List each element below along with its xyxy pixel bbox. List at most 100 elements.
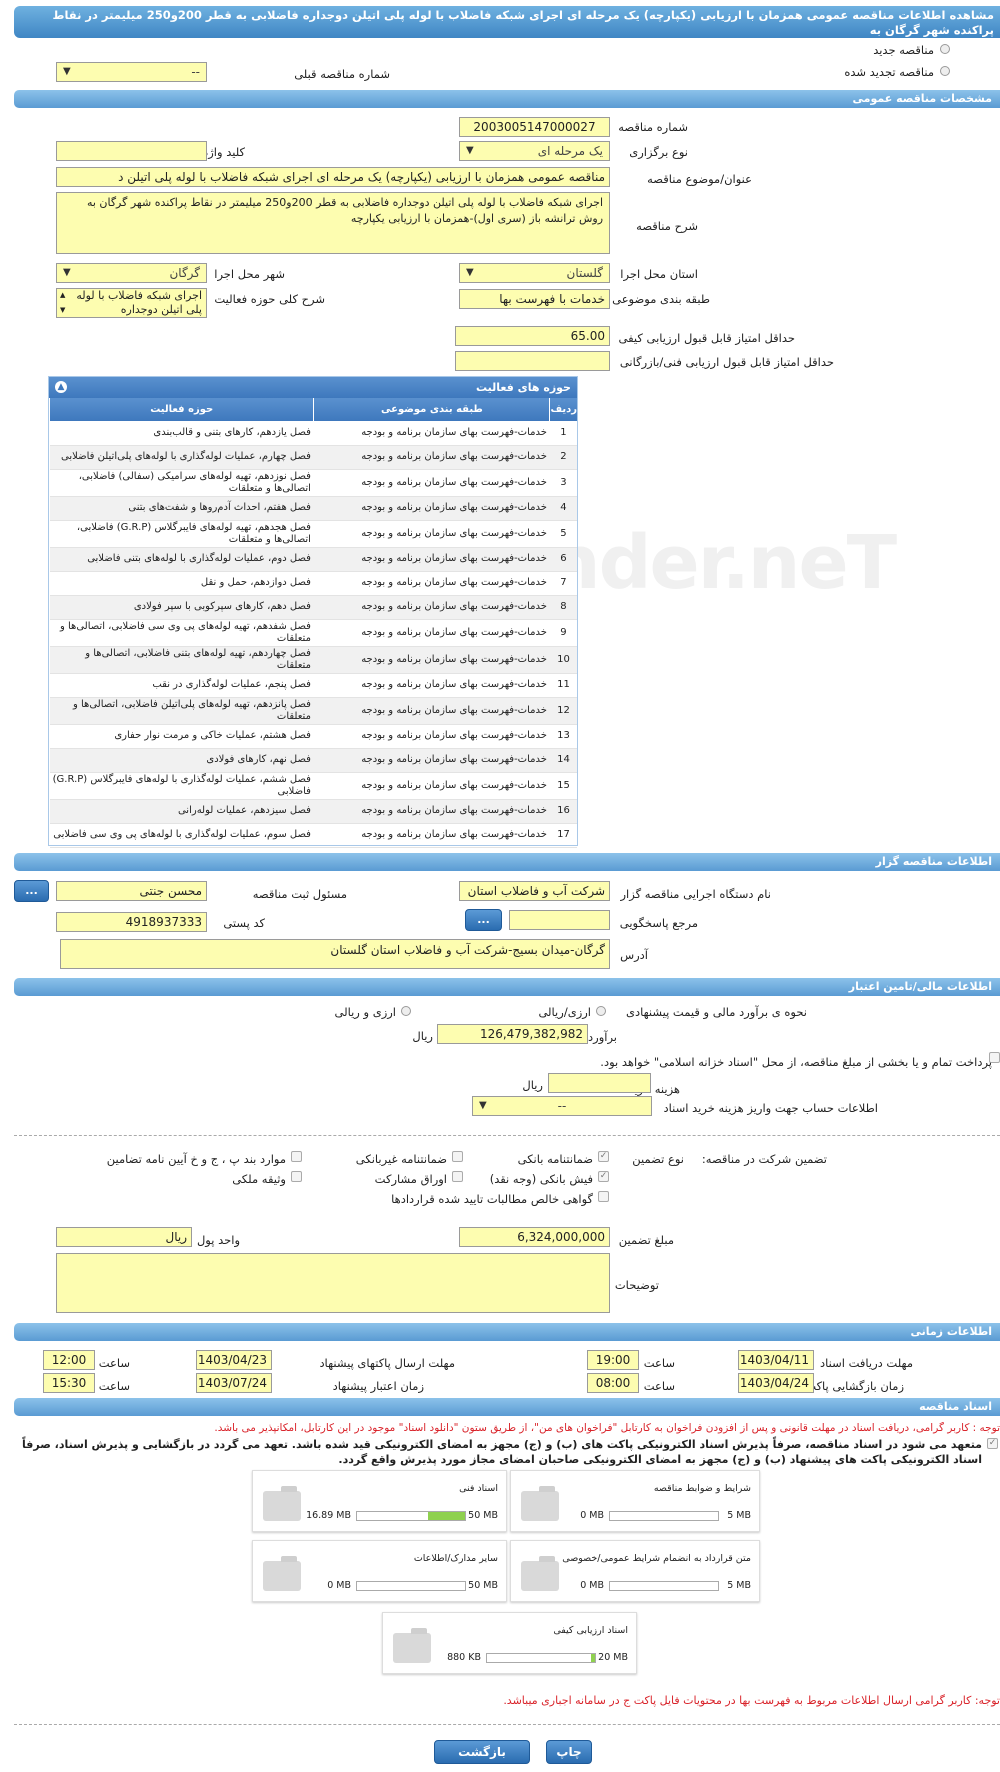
row-number-cell: 16 [549, 799, 577, 824]
doc-card-title: متن قرارداد به انضمام شرایط عمومی/خصوصی [562, 1553, 751, 1564]
folder-icon [521, 1556, 559, 1591]
back-button[interactable]: بازگشت [434, 1740, 530, 1764]
org-field[interactable]: شرکت آب و فاضلاب استان [459, 881, 610, 901]
row-number-cell: 13 [549, 724, 577, 749]
method-opt2-radio[interactable] [401, 1006, 411, 1016]
doc-card[interactable]: متن قرارداد به انضمام شرایط عمومی/خصوصی 5… [510, 1540, 760, 1602]
table-row: 9 خدمات-فهرست بهای سازمان برنامه و بودجه ف… [49, 619, 577, 647]
postal-field[interactable]: 4918937333 [56, 912, 207, 932]
renewed-tender-radio[interactable] [940, 66, 950, 76]
folder-icon [263, 1486, 301, 1521]
province-label: استان محل اجرا [620, 267, 698, 281]
ref-field[interactable] [509, 910, 610, 930]
open-time-label: ساعت [643, 1379, 675, 1393]
resp-lookup-button[interactable]: ... [14, 880, 49, 902]
doc-cost-unit: ریال [522, 1078, 543, 1092]
activities-panel-header: حوزه های فعالیت ▲ [49, 377, 577, 398]
min-tech-field[interactable] [455, 351, 610, 371]
estimate-unit: ریال [412, 1029, 433, 1043]
keyword-label: کلید واژه [202, 145, 245, 159]
currency-field[interactable]: ریال [56, 1227, 192, 1247]
guarantee-type-label: نوع تضمین [632, 1152, 684, 1166]
title-field[interactable]: مناقصه عمومی همزمان با ارزیابی (یکپارچه)… [56, 167, 610, 187]
col-row: ردیف [549, 398, 577, 421]
renewed-tender-label: مناقصه تجدید شده [844, 65, 934, 79]
row-category-cell: خدمات-فهرست بهای سازمان برنامه و بودجه [313, 673, 550, 698]
ref-lookup-button[interactable]: ... [465, 909, 502, 931]
row-field-cell: فصل پانزدهم، تهیه لوله‌های پلی‌اتیلن فاض… [49, 697, 314, 725]
tender-number-field[interactable]: 2003005147000027 [459, 117, 610, 137]
city-select[interactable]: گرگان ▼ [56, 263, 207, 283]
scroll-arrows-icon[interactable]: ▲ ▼ [60, 288, 65, 318]
address-field[interactable]: گرگان-میدان بسیج-شرکت آب و فاضلاب استان … [60, 939, 610, 969]
chevron-down-icon: ▼ [63, 66, 71, 77]
city-label: شهر محل اجرا [214, 267, 285, 281]
activity-desc-field[interactable]: اجرای شبکه فاضلاب با لوله پلی اتیلن دوجد… [56, 288, 207, 318]
open-date-field[interactable]: 1403/04/24 [738, 1373, 814, 1393]
row-number-cell: 7 [549, 571, 577, 596]
row-field-cell: فصل هفتم، احداث آدم‌روها و شفت‌های بتنی [49, 496, 314, 521]
prev-number-select[interactable]: -- ▼ [56, 62, 207, 82]
amount-field[interactable]: 6,324,000,000 [459, 1227, 610, 1247]
row-number-cell: 14 [549, 748, 577, 773]
new-tender-radio[interactable] [940, 44, 950, 54]
account-label: اطلاعات حساب جهت واریز هزینه خرید اسناد [663, 1101, 878, 1115]
desc-field[interactable]: اجرای شبکه فاضلاب با لوله پلی اتیلن دوجد… [56, 192, 610, 254]
section-organizer: اطلاعات مناقصه گزار [14, 853, 1000, 871]
g6-checkbox[interactable] [291, 1171, 302, 1182]
g4-label: فیش بانکی (وجه نقد) [489, 1172, 593, 1186]
notes-field[interactable] [56, 1253, 610, 1313]
doc-card[interactable]: اسناد فنی 50 MB 16.89 MB [252, 1470, 507, 1532]
docs-note-3: توجه: کاربر گرامی ارسال اطلاعات مربوط به… [503, 1694, 1000, 1707]
g5-checkbox[interactable] [452, 1171, 463, 1182]
keyword-field[interactable] [56, 141, 207, 161]
docs-note-1: توجه : کاربر گرامی، دریافت اسناد در مهلت… [214, 1422, 1000, 1434]
notes-label: توضیحات [614, 1278, 659, 1292]
g1-label: ضمانتنامه بانکی [517, 1152, 593, 1166]
g2-checkbox[interactable] [452, 1151, 463, 1162]
g3-label: موارد بند پ ، ج و خ آیین نامه تضامین [106, 1152, 286, 1166]
table-row: 14 خدمات-فهرست بهای سازمان برنامه و بودجه… [49, 748, 577, 773]
province-select[interactable]: گلستان ▼ [459, 263, 610, 283]
treasury-text: پرداخت تمام و یا بخشی از مبلغ مناقصه، از… [600, 1055, 992, 1069]
min-tech-label: حداقل امتیاز قابل قبول ارزیابی فنی/بازرگ… [619, 355, 834, 369]
g4-checkbox[interactable]: ✓ [598, 1171, 609, 1182]
open-time-field[interactable]: 08:00 [587, 1373, 639, 1393]
send-time-field[interactable]: 12:00 [43, 1350, 95, 1370]
estimate-field[interactable]: 126,479,382,982 [437, 1024, 588, 1044]
row-field-cell: فصل پنجم، عملیات لوله‌گذاری در نقب [49, 673, 314, 698]
account-select[interactable]: -- ▼ [472, 1096, 652, 1116]
doc-card-max: 50 MB [468, 1580, 498, 1591]
g7-label: گواهی خالص مطالبات تایید شده قراردادها [391, 1192, 593, 1206]
valid-date-field[interactable]: 1403/07/24 [196, 1373, 272, 1393]
row-number-cell: 10 [549, 646, 577, 674]
g7-checkbox[interactable] [598, 1191, 609, 1202]
doc-card[interactable]: اسناد ارزیابی کیفی 20 MB 880 KB [382, 1612, 637, 1674]
holding-select[interactable]: یک مرحله ای ▼ [459, 141, 610, 161]
row-field-cell: فصل یازدهم، کارهای بتنی و قالب‌بندی [49, 421, 314, 446]
g3-checkbox[interactable] [291, 1151, 302, 1162]
prev-number-label: شماره مناقصه قبلی [294, 67, 390, 81]
section-finance: اطلاعات مالی/تامین اعتبار [14, 978, 1000, 996]
row-number-cell: 1 [549, 421, 577, 446]
collapse-icon[interactable]: ▲ [55, 381, 67, 393]
method-opt1-radio[interactable] [596, 1006, 606, 1016]
receive-date-field[interactable]: 1403/04/11 [738, 1350, 814, 1370]
org-label: نام دستگاه اجرایی مناقصه گزار [620, 887, 771, 901]
min-quality-field[interactable]: 65.00 [455, 326, 610, 346]
commit-checkbox[interactable]: ✓ [987, 1438, 998, 1449]
valid-time-field[interactable]: 15:30 [43, 1373, 95, 1393]
send-date-field[interactable]: 1403/04/23 [196, 1350, 272, 1370]
doc-card[interactable]: شرایط و ضوابط مناقصه 5 MB 0 MB [510, 1470, 760, 1532]
resp-field[interactable]: محسن جنتی [56, 881, 207, 901]
section-docs: اسناد مناقصه [14, 1398, 1000, 1416]
doc-cost-field[interactable] [548, 1073, 651, 1093]
doc-card[interactable]: سایر مدارک/اطلاعات 50 MB 0 MB [252, 1540, 507, 1602]
chevron-down-icon: ▼ [479, 1100, 487, 1111]
category-field[interactable]: خدمات با فهرست بها [459, 289, 610, 309]
receive-time-field[interactable]: 19:00 [587, 1350, 639, 1370]
g1-checkbox[interactable]: ✓ [598, 1151, 609, 1162]
postal-label: کد پستی [223, 916, 265, 930]
row-category-cell: خدمات-فهرست بهای سازمان برنامه و بودجه [313, 595, 550, 620]
print-button[interactable]: چاپ [546, 1740, 592, 1764]
